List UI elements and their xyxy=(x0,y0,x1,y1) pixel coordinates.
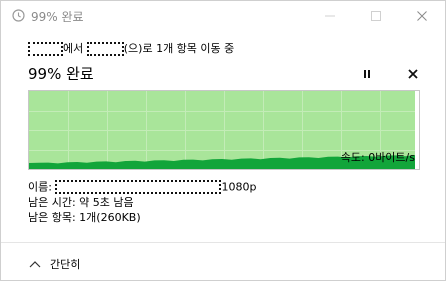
pause-icon xyxy=(364,70,370,78)
file-name-label: 이름: xyxy=(28,180,52,194)
file-name-row: 이름: 1080p xyxy=(28,179,256,194)
speed-label: 속도: 0바이트/s xyxy=(340,151,415,164)
divider xyxy=(1,242,445,243)
time-remaining: 남은 시간: 약 5초 남음 xyxy=(28,196,134,209)
close-icon xyxy=(408,69,418,79)
maximize-button[interactable] xyxy=(353,1,399,31)
title-bar: 99% 완료 xyxy=(1,1,445,31)
redacted-source-folder[interactable] xyxy=(28,42,63,56)
close-window-button[interactable] xyxy=(399,1,445,31)
from-suffix: 에서 xyxy=(63,42,84,55)
file-name-suffix: 1080p xyxy=(221,180,257,194)
maximize-icon xyxy=(371,11,381,21)
window-title: 99% 완료 xyxy=(31,10,84,24)
redacted-destination-folder[interactable] xyxy=(86,42,124,56)
chevron-up-icon xyxy=(29,261,41,268)
collapse-label: 간단히 xyxy=(50,258,81,271)
clock-icon xyxy=(12,9,25,22)
close-icon xyxy=(417,11,427,21)
redacted-file-name[interactable] xyxy=(55,180,222,194)
minimize-icon xyxy=(325,15,335,17)
operation-description: 에서 (으)로 1개 항목 이동 중 xyxy=(28,41,234,57)
minimize-button[interactable] xyxy=(307,1,353,31)
to-suffix: (으)로 1개 항목 이동 중 xyxy=(123,42,235,55)
items-remaining: 남은 항목: 1개(260KB) xyxy=(28,211,141,224)
cancel-button[interactable] xyxy=(403,65,423,83)
progress-title: 99% 완료 xyxy=(28,65,94,83)
pause-button[interactable] xyxy=(357,65,377,83)
speed-chart: 속도: 0바이트/s xyxy=(28,90,420,170)
file-operation-window: 99% 완료 에서 (으)로 1개 항목 이동 중 99% 완료 속도: 0바이… xyxy=(0,0,446,281)
